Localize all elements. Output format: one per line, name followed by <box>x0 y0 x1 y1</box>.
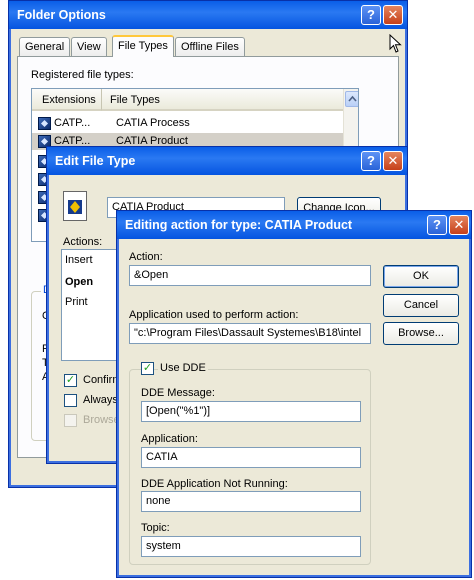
action-label: Action: <box>129 251 163 263</box>
browse-checkbox <box>64 414 77 427</box>
action-item-print[interactable]: Print <box>65 296 88 308</box>
edit-file-type-close-button[interactable]: ✕ <box>383 151 403 171</box>
dde-message-label: DDE Message: <box>141 387 215 399</box>
editing-action-window: Editing action for type: CATIA Product ?… <box>116 210 472 578</box>
tab-general[interactable]: General <box>19 37 71 57</box>
browse-button[interactable]: Browse... <box>383 322 459 345</box>
application-input[interactable]: CATIA <box>141 447 361 468</box>
folder-options-close-button[interactable]: ✕ <box>383 5 403 25</box>
dde-not-running-input[interactable]: none <box>141 491 361 512</box>
action-input[interactable]: &Open <box>129 265 371 286</box>
action-item-insert[interactable]: Insert <box>65 254 93 266</box>
always-label: Always <box>83 394 118 406</box>
catia-logo-icon <box>68 200 82 214</box>
tab-view[interactable]: View <box>71 37 107 57</box>
edit-file-type-help-button[interactable]: ? <box>361 151 381 171</box>
always-checkbox[interactable] <box>64 394 77 407</box>
dde-not-running-label: DDE Application Not Running: <box>141 478 288 490</box>
column-header-file-types[interactable]: File Types <box>102 89 358 111</box>
editing-action-close-button[interactable]: ✕ <box>449 215 469 235</box>
edit-file-type-title: Edit File Type <box>47 147 407 175</box>
use-dde-checkbox[interactable]: ✓ <box>141 362 154 375</box>
row-file-type: CATIA Process <box>116 117 190 129</box>
column-header-extensions[interactable]: Extensions <box>32 89 102 111</box>
registered-file-types-label: Registered file types: <box>31 69 134 81</box>
tab-offline-files[interactable]: Offline Files <box>175 37 245 57</box>
application-label: Application: <box>141 433 198 445</box>
chevron-up-icon <box>348 95 357 102</box>
topic-input[interactable]: system <box>141 536 361 557</box>
row-extension: CATP... <box>54 117 91 129</box>
catia-product-file-icon <box>63 191 87 221</box>
editing-action-help-button[interactable]: ? <box>427 215 447 235</box>
use-dde-label: Use DDE <box>158 362 208 374</box>
editing-action-title: Editing action for type: CATIA Product <box>117 211 471 239</box>
folder-options-title: Folder Options <box>9 1 407 29</box>
actions-label: Actions: <box>63 236 103 248</box>
scroll-up-button[interactable] <box>345 91 358 107</box>
cancel-button[interactable]: Cancel <box>383 294 459 317</box>
browse-label: Browse <box>83 414 120 426</box>
topic-label: Topic: <box>141 522 170 534</box>
application-path-label: Application used to perform action: <box>129 309 299 321</box>
tab-file-types[interactable]: File Types <box>112 35 174 57</box>
confirm-checkbox[interactable]: ✓ <box>64 374 77 387</box>
list-item[interactable]: CATP... CATIA Process <box>32 115 358 132</box>
folder-options-help-button[interactable]: ? <box>361 5 381 25</box>
application-path-input[interactable]: "c:\Program Files\Dassault Systemes\B18\… <box>129 323 371 344</box>
mouse-cursor-icon <box>389 34 402 53</box>
ok-button[interactable]: OK <box>383 265 459 288</box>
action-item-open[interactable]: Open <box>65 276 93 288</box>
catia-process-icon <box>38 117 51 130</box>
dde-message-input[interactable]: [Open("%1")] <box>141 401 361 422</box>
